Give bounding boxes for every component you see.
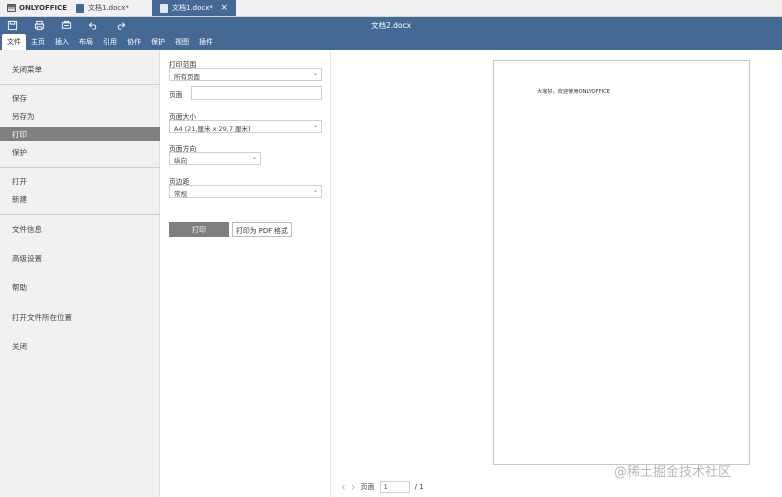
previous-page-icon[interactable]: ‹ xyxy=(341,481,346,493)
onlyoffice-logo-icon xyxy=(7,4,16,12)
file-menu-new[interactable]: 新建 xyxy=(0,192,160,206)
menu-divider xyxy=(0,167,160,168)
app-brand: ONLYOFFICE xyxy=(0,0,68,16)
current-page-input[interactable]: 1 xyxy=(379,481,410,493)
chevron-down-icon: ⌄ xyxy=(312,122,318,129)
tab-references[interactable]: 引用 xyxy=(98,34,122,50)
tab-strip: ONLYOFFICE 文档1.docx* 文档1.docx* × xyxy=(0,0,782,17)
tab-protection[interactable]: 保护 xyxy=(146,34,170,50)
document-tab-2[interactable]: 文档1.docx* × xyxy=(152,0,236,16)
menu-bar: 文件 主页 插入 布局 引用 协作 保护 视图 插件 xyxy=(0,34,782,50)
tab-plugins[interactable]: 插件 xyxy=(194,34,218,50)
close-tab-icon[interactable]: × xyxy=(220,3,228,13)
file-menu-advanced-settings[interactable]: 高级设置 xyxy=(0,251,160,265)
file-menu-help[interactable]: 帮助 xyxy=(0,280,160,294)
document-tab-1[interactable]: 文档1.docx* xyxy=(68,0,152,16)
page-size-value: A4 (21,厘米 x 29,7 厘米) xyxy=(174,125,251,133)
file-menu-open[interactable]: 打开 xyxy=(0,174,160,188)
file-menu-panel: 关闭菜单 保存 另存为 打印 保护 打开 新建 文件信息 高级设置 帮助 打开文… xyxy=(0,50,160,497)
file-menu-exit[interactable]: 关闭 xyxy=(0,339,160,353)
print-settings-panel: 打印范围 所有页面 ⌄ 页面 页面大小 A4 (21,厘米 x 29,7 厘米)… xyxy=(160,50,330,497)
menu-divider xyxy=(0,84,160,85)
orientation-select[interactable]: 纵向 ⌄ xyxy=(169,152,261,165)
site-watermark: @稀土掘金技术社区 xyxy=(614,465,732,480)
page-size-select[interactable]: A4 (21,厘米 x 29,7 厘米) ⌄ xyxy=(169,120,322,133)
chevron-down-icon: ⌄ xyxy=(312,70,318,77)
tab-layout[interactable]: 布局 xyxy=(74,34,98,50)
file-menu-save[interactable]: 保存 xyxy=(0,91,160,105)
document-icon xyxy=(76,3,84,13)
print-range-value: 所有页面 xyxy=(174,73,200,81)
next-page-icon[interactable]: › xyxy=(351,481,356,493)
print-button[interactable]: 打印 xyxy=(169,222,229,237)
file-menu-info[interactable]: 文件信息 xyxy=(0,222,160,236)
print-pdf-button[interactable]: 打印为 PDF 格式 xyxy=(232,222,292,237)
file-menu-open-location[interactable]: 打开文件所在位置 xyxy=(0,310,160,324)
tab-home[interactable]: 主页 xyxy=(26,34,50,50)
tab-insert[interactable]: 插入 xyxy=(50,34,74,50)
tab-file[interactable]: 文件 xyxy=(2,34,26,50)
pager-label: 页面 xyxy=(360,483,375,491)
file-menu-print[interactable]: 打印 xyxy=(0,127,160,141)
margins-select[interactable]: 常规 ⌄ xyxy=(169,185,322,198)
chevron-down-icon: ⌄ xyxy=(312,187,318,194)
file-menu-protect[interactable]: 保护 xyxy=(0,145,160,159)
tab-collaboration[interactable]: 协作 xyxy=(122,34,146,50)
pages-input[interactable] xyxy=(191,86,322,100)
file-menu-save-as[interactable]: 另存为 xyxy=(0,109,160,123)
print-range-select[interactable]: 所有页面 ⌄ xyxy=(169,68,322,81)
menu-divider xyxy=(0,214,160,215)
tab-view[interactable]: 视图 xyxy=(170,34,194,50)
print-preview: 大家好，欢迎使用ONLYOFFICE ‹ › 页面 1 / 1 xyxy=(331,50,782,497)
total-pages: / 1 xyxy=(414,483,424,491)
chevron-down-icon: ⌄ xyxy=(251,154,257,161)
preview-page-text: 大家好，欢迎使用ONLYOFFICE xyxy=(537,89,611,95)
document-tab-label: 文档1.docx* xyxy=(172,4,213,12)
file-menu-close[interactable]: 关闭菜单 xyxy=(0,62,160,76)
preview-page: 大家好，欢迎使用ONLYOFFICE xyxy=(493,60,750,465)
brand-label: ONLYOFFICE xyxy=(19,4,68,12)
document-icon xyxy=(160,3,168,13)
margins-value: 常规 xyxy=(174,190,187,198)
document-tab-label: 文档1.docx* xyxy=(88,4,129,12)
title-bar: 文档2.docx xyxy=(0,17,782,34)
pages-label: 页面 xyxy=(169,91,183,99)
document-title: 文档2.docx xyxy=(370,21,412,30)
page-navigator: ‹ › 页面 1 / 1 xyxy=(341,481,424,493)
orientation-value: 纵向 xyxy=(174,157,187,165)
